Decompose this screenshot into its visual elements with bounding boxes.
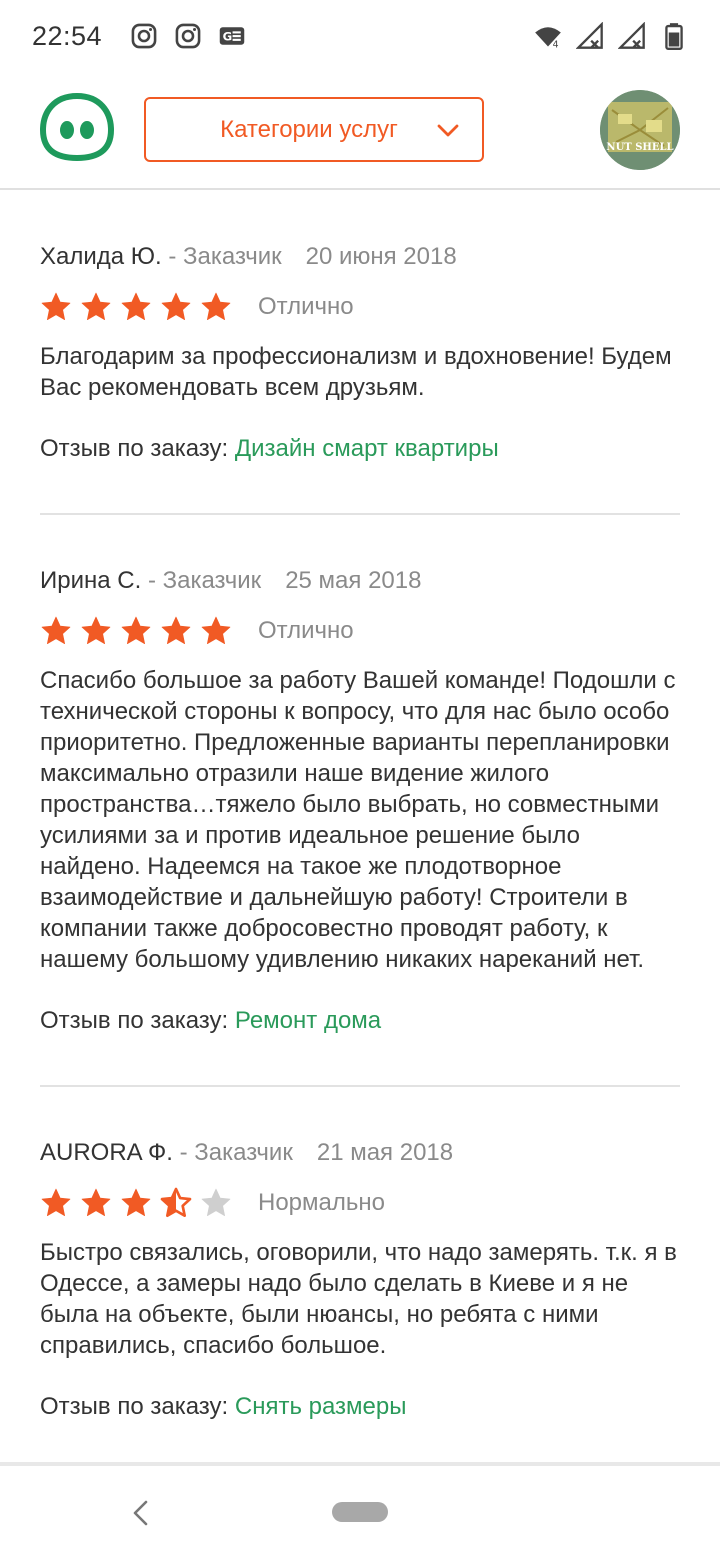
rating-label: Отлично (258, 617, 354, 644)
review-card: Ирина С. - Заказчик 25 мая 2018 Отлично С… (40, 515, 680, 1037)
review-author: AURORA Ф. (40, 1139, 173, 1166)
instagram-icon (175, 23, 201, 49)
signal-icon (618, 22, 645, 49)
svg-text:4: 4 (553, 40, 559, 50)
instagram-icon (131, 23, 157, 49)
star-filled-icon (161, 616, 191, 644)
review-header: AURORA Ф. - Заказчик 21 мая 2018 (40, 1137, 680, 1169)
rating-label: Отлично (258, 293, 354, 320)
system-nav-bar (0, 1466, 720, 1560)
battery-icon (665, 23, 683, 50)
status-bar: 22:54 G 4 (0, 0, 720, 72)
review-order: Отзыв по заказу: Ремонт дома (40, 1005, 680, 1037)
review-order: Отзыв по заказу: Дизайн смарт квартиры (40, 433, 680, 465)
screen: 22:54 G 4 Категории услуг NUT SHELL Хали… (0, 0, 720, 1560)
rating-stars (40, 291, 232, 323)
category-dropdown-label: Категории услуг (220, 115, 398, 143)
order-prefix: Отзыв по заказу: (40, 1007, 235, 1034)
review-text: Благодарим за профессионализм и вдохнове… (40, 343, 672, 401)
chevron-down-icon (437, 124, 459, 137)
review-rating: Отлично (40, 287, 680, 327)
avatar-text: NUT SHELL (606, 142, 673, 153)
system-icons: 4 (534, 22, 688, 50)
star-empty-icon (201, 1188, 231, 1216)
star-filled-icon (41, 292, 71, 320)
svg-text:G: G (223, 30, 233, 44)
rating-stars (40, 615, 232, 647)
avatar-image: NUT SHELL (600, 90, 680, 170)
reviews-list: Халида Ю. - Заказчик 20 июня 2018 Отлично… (40, 190, 680, 1462)
review-date: 21 мая 2018 (316, 1139, 454, 1166)
review-text: Спасибо большое за работу Вашей команде!… (40, 667, 676, 973)
category-dropdown[interactable]: Категории услуг (144, 97, 484, 162)
review-date: 25 мая 2018 (285, 567, 422, 594)
star-filled-icon (41, 1188, 71, 1216)
star-filled-icon (161, 292, 191, 320)
review-card: AURORA Ф. - Заказчик 21 мая 2018 Нормальн… (40, 1087, 680, 1423)
wifi-icon: 4 (535, 27, 561, 50)
review-header: Халида Ю. - Заказчик 20 июня 2018 (40, 241, 680, 273)
rating-label: Нормально (258, 1189, 385, 1216)
star-filled-icon (41, 616, 71, 644)
star-filled-icon (121, 1188, 151, 1216)
order-prefix: Отзыв по заказу: (40, 435, 235, 462)
review-role: - Заказчик (161, 243, 282, 270)
app-header: Категории услуг NUT SHELL (0, 72, 720, 190)
review-rating: Нормально (40, 1183, 680, 1223)
review-author: Ирина С. (40, 567, 142, 594)
star-filled-icon (121, 292, 151, 320)
order-prefix: Отзыв по заказу: (40, 1393, 235, 1420)
review-order: Отзыв по заказу: Снять размеры (40, 1391, 680, 1423)
order-link[interactable]: Снять размеры (235, 1393, 407, 1420)
star-filled-icon (81, 616, 111, 644)
logo-icon[interactable] (40, 92, 114, 162)
user-avatar[interactable]: NUT SHELL (600, 90, 680, 170)
home-pill-icon[interactable] (332, 1502, 388, 1522)
back-chevron-icon[interactable] (128, 1498, 152, 1528)
star-filled-icon (81, 1188, 111, 1216)
review-role: - Заказчик (141, 567, 262, 594)
review-text: Быстро связались, оговорили, что надо за… (40, 1239, 677, 1359)
news-icon: G (219, 27, 245, 45)
star-filled-icon (201, 616, 231, 644)
review-header: Ирина С. - Заказчик 25 мая 2018 (40, 565, 680, 597)
signal-icon (576, 22, 603, 49)
rating-stars (40, 1187, 232, 1219)
star-half-icon (160, 1187, 192, 1217)
star-filled-icon (81, 292, 111, 320)
review-card: Халида Ю. - Заказчик 20 июня 2018 Отлично… (40, 190, 680, 465)
status-time: 22:54 (32, 20, 103, 51)
star-filled-icon (201, 292, 231, 320)
star-filled-icon (121, 616, 151, 644)
review-date: 20 июня 2018 (305, 243, 457, 270)
review-role: - Заказчик (172, 1139, 293, 1166)
review-rating: Отлично (40, 611, 680, 651)
order-link[interactable]: Дизайн смарт квартиры (235, 435, 499, 462)
notification-icons: G (130, 22, 246, 50)
order-link[interactable]: Ремонт дома (235, 1007, 381, 1034)
review-author: Халида Ю. (40, 243, 162, 270)
